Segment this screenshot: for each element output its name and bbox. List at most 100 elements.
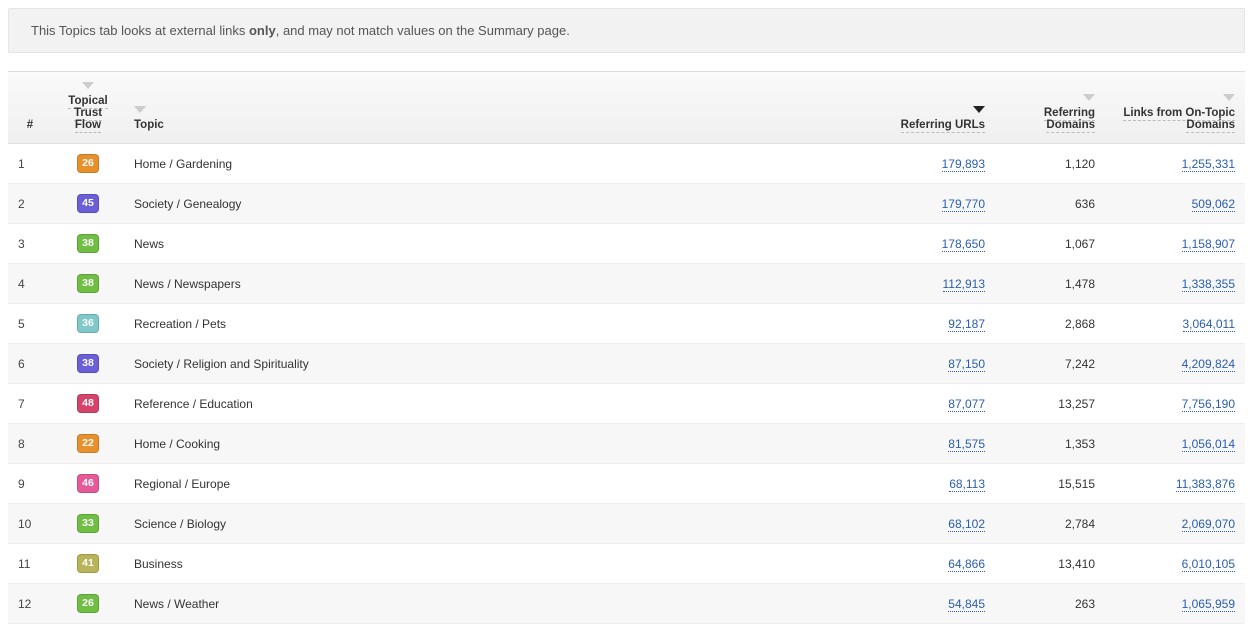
row-ref-urls[interactable]: 179,893 — [875, 144, 995, 184]
row-ref-urls[interactable]: 112,913 — [875, 264, 995, 304]
ttf-badge: 46 — [77, 474, 99, 493]
col-header-ttf[interactable]: Topical Trust Flow — [52, 72, 124, 144]
row-topic: Society / Religion and Spirituality — [124, 344, 875, 384]
table-row: 126Home / Gardening179,8931,1201,255,331 — [8, 144, 1245, 184]
col-header-ref-urls[interactable]: Referring URLs — [875, 72, 995, 144]
notice-text-before: This Topics tab looks at external links — [31, 23, 249, 38]
notice-text-bold: only — [249, 23, 276, 38]
row-ref-urls[interactable]: 87,077 — [875, 384, 995, 424]
row-topic: Business — [124, 544, 875, 584]
table-row: 1141Business64,86613,4106,010,105 — [8, 544, 1245, 584]
table-row: 9 46 Regional / Europe68,11315,51511,383,8… — [8, 464, 1245, 504]
row-ttf: 36 — [52, 304, 124, 344]
row-ttf: 33 — [52, 504, 124, 544]
sort-caret-icon — [134, 106, 146, 113]
row-ttf: 41 — [52, 544, 124, 584]
row-links-on-topic[interactable]: 1,056,014 — [1105, 424, 1245, 464]
sort-caret-icon — [973, 106, 985, 113]
row-links-on-topic[interactable]: 7,756,190 — [1105, 384, 1245, 424]
table-row: 536Recreation / Pets92,1872,8683,064,011 — [8, 304, 1245, 344]
row-ref-domains: 1,120 — [995, 144, 1105, 184]
row-ref-domains: 1,353 — [995, 424, 1105, 464]
row-topic: News — [124, 224, 875, 264]
row-ref-domains: 636 — [995, 184, 1105, 224]
row-links-on-topic[interactable]: 11,383,876 — [1105, 464, 1245, 504]
row-ref-urls[interactable]: 178,650 — [875, 224, 995, 264]
row-ref-urls[interactable]: 54,845 — [875, 584, 995, 624]
row-links-on-topic[interactable]: 1,338,355 — [1105, 264, 1245, 304]
row-links-on-topic[interactable]: 1,158,907 — [1105, 224, 1245, 264]
row-ttf: 48 — [52, 384, 124, 424]
row-links-on-topic[interactable]: 6,010,105 — [1105, 544, 1245, 584]
row-ref-urls[interactable]: 92,187 — [875, 304, 995, 344]
row-ref-urls[interactable]: 68,102 — [875, 504, 995, 544]
row-index: 11 — [8, 544, 52, 584]
row-topic: Recreation / Pets — [124, 304, 875, 344]
row-topic: Regional / Europe — [124, 464, 875, 504]
row-ttf: 45 — [52, 184, 124, 224]
table-row: 245Society / Genealogy179,770636509,062 — [8, 184, 1245, 224]
table-row: 748Reference / Education87,07713,2577,75… — [8, 384, 1245, 424]
row-topic: Science / Biology — [124, 504, 875, 544]
row-ref-domains: 15,515 — [995, 464, 1105, 504]
ttf-badge: 48 — [77, 394, 99, 413]
row-links-on-topic[interactable]: 2,069,070 — [1105, 504, 1245, 544]
row-index: 6 — [8, 344, 52, 384]
row-topic: News / Newspapers — [124, 264, 875, 304]
row-index: 8 — [8, 424, 52, 464]
table-row: 438News / Newspapers112,9131,4781,338,35… — [8, 264, 1245, 304]
row-ttf: 38 — [52, 264, 124, 304]
row-links-on-topic[interactable]: 509,062 — [1105, 184, 1245, 224]
row-ref-urls[interactable]: 81,575 — [875, 424, 995, 464]
table-row: 1226News / Weather54,8452631,065,959 — [8, 584, 1245, 624]
row-ttf: 38 — [52, 344, 124, 384]
row-ref-urls[interactable]: 179,770 — [875, 184, 995, 224]
row-ttf: 26 — [52, 584, 124, 624]
row-topic: Home / Cooking — [124, 424, 875, 464]
ttf-badge: 26 — [77, 594, 99, 613]
row-ttf: 22 — [52, 424, 124, 464]
table-row: 1033Science / Biology68,1022,7842,069,07… — [8, 504, 1245, 544]
col-header-ref-domains[interactable]: Referring Domains — [995, 72, 1105, 144]
row-index: 9 — [8, 464, 52, 504]
ttf-badge: 38 — [77, 274, 99, 293]
row-ref-domains: 2,868 — [995, 304, 1105, 344]
row-links-on-topic[interactable]: 3,064,011 — [1105, 304, 1245, 344]
sort-caret-icon — [1083, 94, 1095, 101]
ttf-badge: 41 — [77, 554, 99, 573]
row-index: 10 — [8, 504, 52, 544]
row-ref-domains: 1,067 — [995, 224, 1105, 264]
row-topic: News / Weather — [124, 584, 875, 624]
row-ref-urls[interactable]: 68,113 — [875, 464, 995, 504]
row-ttf: 26 — [52, 144, 124, 184]
col-header-index[interactable]: # — [8, 72, 52, 144]
row-links-on-topic[interactable]: 1,065,959 — [1105, 584, 1245, 624]
row-index: 3 — [8, 224, 52, 264]
info-notice: This Topics tab looks at external links … — [8, 8, 1245, 53]
ttf-badge: 38 — [77, 354, 99, 373]
row-ref-domains: 7,242 — [995, 344, 1105, 384]
col-header-index-label: # — [27, 119, 33, 131]
col-header-links-on-topic[interactable]: Links from On-Topic Domains — [1105, 72, 1245, 144]
row-links-on-topic[interactable]: 4,209,824 — [1105, 344, 1245, 384]
row-ref-domains: 1,478 — [995, 264, 1105, 304]
col-header-links-on-topic-label: Links from On-Topic Domains — [1123, 107, 1235, 133]
col-header-ref-domains-label: Referring Domains — [1044, 107, 1095, 133]
row-index: 5 — [8, 304, 52, 344]
row-ref-domains: 13,257 — [995, 384, 1105, 424]
table-row: 6 38 Society / Religion and Spirituality87… — [8, 344, 1245, 384]
row-ref-urls[interactable]: 87,150 — [875, 344, 995, 384]
row-ref-urls[interactable]: 64,866 — [875, 544, 995, 584]
row-ref-domains: 2,784 — [995, 504, 1105, 544]
row-index: 2 — [8, 184, 52, 224]
row-topic: Reference / Education — [124, 384, 875, 424]
row-topic: Home / Gardening — [124, 144, 875, 184]
row-ttf: 38 — [52, 224, 124, 264]
col-header-topic[interactable]: Topic — [124, 72, 875, 144]
ttf-badge: 38 — [77, 234, 99, 253]
col-header-ttf-label: Topical Trust Flow — [68, 95, 107, 133]
row-index: 1 — [8, 144, 52, 184]
row-links-on-topic[interactable]: 1,255,331 — [1105, 144, 1245, 184]
ttf-badge: 45 — [77, 194, 99, 213]
row-ref-domains: 263 — [995, 584, 1105, 624]
